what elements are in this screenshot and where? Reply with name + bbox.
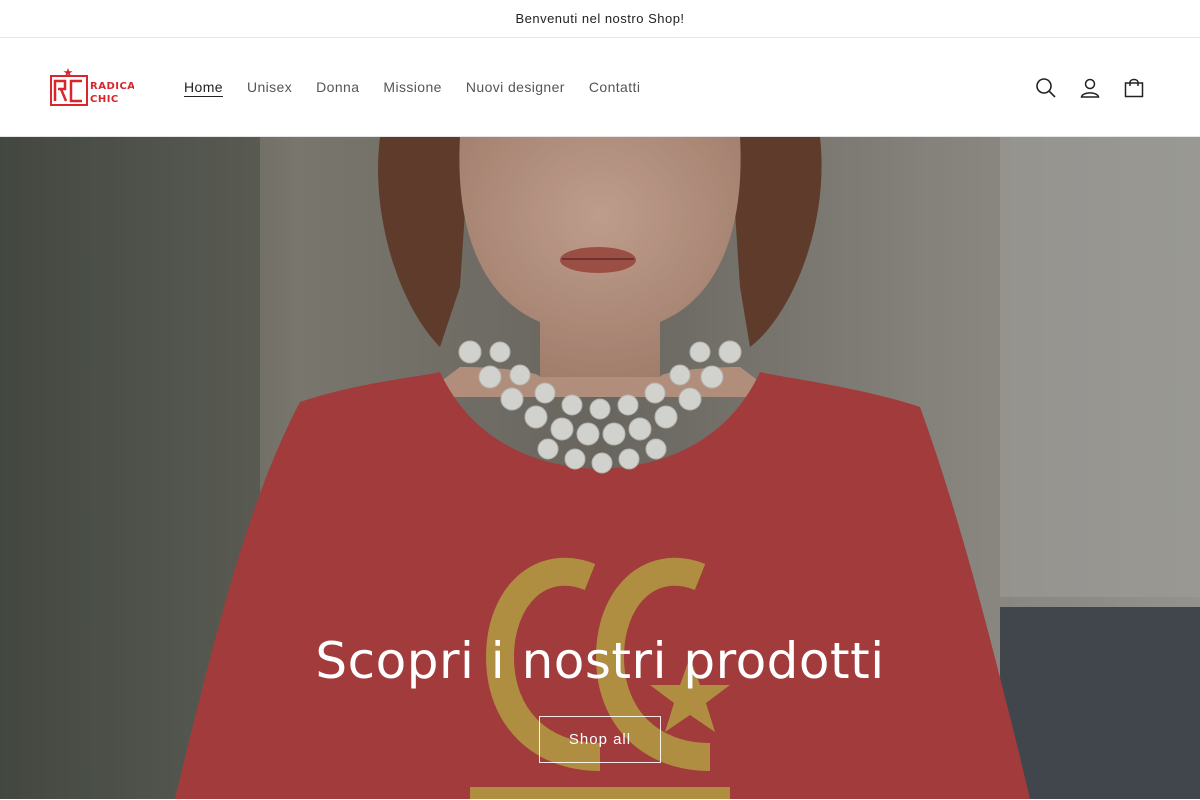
radical-chic-logo-icon: RADICAL CHIC bbox=[50, 68, 134, 106]
hero-content: Scopri i nostri prodotti Shop all bbox=[0, 632, 1200, 763]
search-button[interactable] bbox=[1030, 72, 1062, 104]
account-button[interactable] bbox=[1074, 72, 1106, 104]
nav-donna[interactable]: Donna bbox=[304, 73, 371, 101]
announcement-text: Benvenuti nel nostro Shop! bbox=[515, 11, 685, 26]
nav-nuovi-designer[interactable]: Nuovi designer bbox=[454, 73, 577, 101]
hero-title: Scopri i nostri prodotti bbox=[315, 632, 885, 690]
search-icon bbox=[1036, 77, 1056, 98]
account-icon bbox=[1080, 78, 1100, 98]
brand-logo[interactable]: RADICAL CHIC bbox=[50, 67, 168, 107]
announcement-bar: Benvenuti nel nostro Shop! bbox=[0, 0, 1200, 38]
svg-text:CHIC: CHIC bbox=[90, 94, 119, 105]
cart-button[interactable] bbox=[1118, 72, 1150, 104]
header-icons bbox=[1030, 38, 1150, 137]
hero-banner: Scopri i nostri prodotti Shop all bbox=[0, 137, 1200, 799]
nav-missione[interactable]: Missione bbox=[371, 73, 453, 101]
site-header: RADICAL CHIC Home Unisex Donna Missione … bbox=[0, 38, 1200, 137]
main-nav: Home Unisex Donna Missione Nuovi designe… bbox=[172, 73, 652, 101]
nav-unisex[interactable]: Unisex bbox=[235, 73, 304, 101]
shop-all-button[interactable]: Shop all bbox=[539, 716, 661, 763]
nav-contatti[interactable]: Contatti bbox=[577, 73, 652, 101]
cart-icon bbox=[1124, 78, 1144, 97]
svg-text:RADICAL: RADICAL bbox=[90, 81, 134, 92]
nav-home[interactable]: Home bbox=[172, 73, 235, 101]
